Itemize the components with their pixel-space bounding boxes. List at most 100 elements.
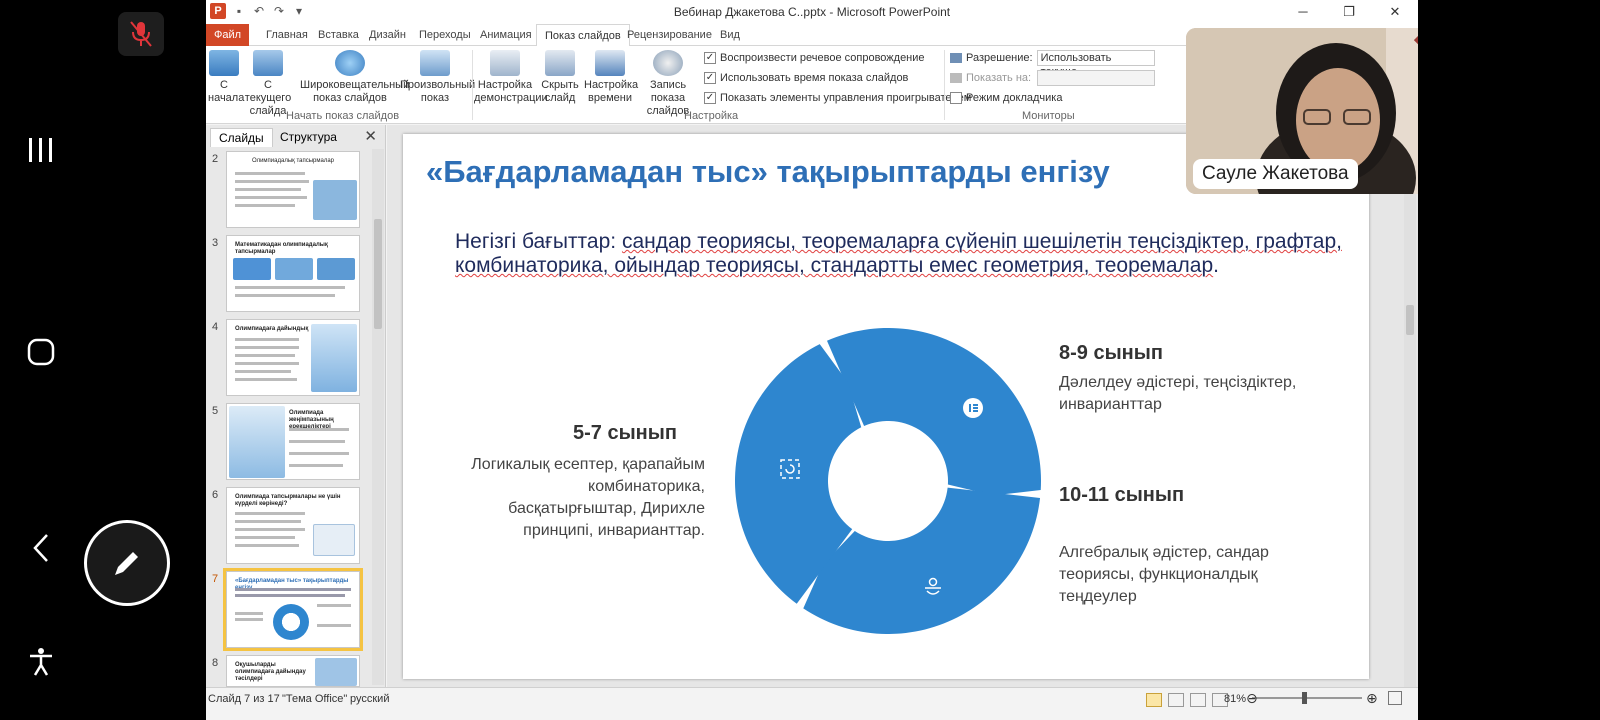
group-separator [472,50,473,120]
group-label-start: Начать показ слайдов [286,110,400,122]
resolution-dropdown[interactable]: Использовать текуще... [1036,50,1155,78]
slide-thumbnail-5[interactable]: Олимпиада жеңімпазының ерекшеліктері [226,403,360,480]
tab-review[interactable]: Рецензирование [619,24,720,46]
back-icon[interactable] [11,518,71,578]
controls-checkbox[interactable]: ✓ Показать элементы управления проигрыват… [704,92,971,104]
window-title: Вебинар Джакетова С..pptx - Microsoft Po… [673,5,951,19]
restore-icon[interactable]: ❐ [1326,0,1372,24]
presenter-view-checkbox[interactable]: Режим докладчика [950,92,1062,104]
zoom-in-icon[interactable]: ⊕ [1366,690,1378,707]
slide-thumbnail-8[interactable]: Оқушыларды олимпиадаға дайындау тәсілдер… [226,655,360,687]
narration-checkbox[interactable]: ✓ Воспроизвести речевое сопровождение [704,52,925,64]
normal-view-icon[interactable] [1146,693,1162,707]
cycle-ring-chart[interactable] [733,326,1043,636]
mic-muted-button[interactable] [118,12,164,56]
check-icon: ✓ [704,52,716,64]
slide-title[interactable]: «Бағдарламадан тыс» тақырыптарды енгізу [426,154,1110,190]
slide-thumbnail-7[interactable]: «Бағдарламадан тыс» тақырыптарды енгізу [223,568,363,651]
group-head-5-7[interactable]: 5-7 сынып [573,422,677,445]
group-label-setup: Настройка [684,110,739,122]
thumb-number: 8 [212,657,219,669]
slide-thumbnail-3[interactable]: Математикадан олимпиадалық тапсырмалар [226,235,360,312]
recent-apps-icon[interactable] [11,120,71,180]
home-icon[interactable] [11,322,71,382]
group-label-monitors: Мониторы [1022,110,1075,122]
custom-show-button[interactable]: Произвольный показ [400,50,475,105]
tab-insert[interactable]: Вставка [310,24,367,46]
thumb-number: 5 [212,405,219,417]
monitor-icon [950,53,962,63]
check-icon: ✓ [704,72,716,84]
group-text-8-9[interactable]: Дәлелдеу әдістері, теңсіздіктер, инвариа… [1059,372,1299,416]
view-buttons [1146,693,1228,707]
slides-pane: Слайды Структура ✕ 2 Олимпиадалық тапсыр… [206,125,386,687]
thumb-number: 4 [212,321,219,333]
play-current-icon [253,50,283,76]
hide-slide-button[interactable]: Скрыть слайд [540,50,580,105]
participant-name-badge: Сауле Жакетова [1193,159,1358,189]
ring-segment-8-9[interactable] [826,328,1041,496]
accessibility-icon[interactable] [11,632,71,692]
reading-view-icon[interactable] [1190,693,1206,707]
mic-off-icon [130,21,152,47]
language[interactable]: русский [350,693,389,705]
pane-close-icon[interactable]: ✕ [364,127,377,145]
from-start-button[interactable]: С начала [208,50,244,105]
slide-scrollbar[interactable] [1404,125,1416,687]
screen-margin [1418,0,1600,720]
annotate-pen-button[interactable] [84,520,170,606]
tab-slideshow[interactable]: Показ слайдов [536,24,630,47]
pane-scrollbar[interactable] [372,149,384,685]
group-separator [944,50,945,120]
zoom-level[interactable]: 81% [1224,693,1246,705]
group-text-10-11[interactable]: Алгебралық әдістер, сандар теориясы, фун… [1059,542,1309,608]
close-icon[interactable]: ✕ [1372,0,1418,24]
tab-file[interactable]: Файл [206,24,250,46]
show-on-dropdown[interactable] [1037,70,1156,86]
pane-tab-outline[interactable]: Структура [272,128,345,147]
tab-view[interactable]: Вид [712,24,748,46]
resolution-row: Разрешение: Использовать текуще... [950,50,1155,78]
tab-animation[interactable]: Анимация [472,24,540,46]
thumb-number: 3 [212,237,219,249]
hide-slide-icon [545,50,575,76]
thumb-number: 7 [212,573,219,585]
rehearse-timings-button[interactable]: Настройка времени [584,50,638,105]
theme-name[interactable]: "Тема Office" [282,693,347,705]
show-on-row: Показать на: [950,70,1156,86]
slide-canvas[interactable]: «Бағдарламадан тыс» тақырыптарды енгізу … [403,134,1369,679]
fit-slide-icon[interactable] [1388,691,1402,705]
slide-editor: «Бағдарламадан тыс» тақырыптарды енгізу … [387,125,1418,687]
zoom-slider-handle[interactable] [1302,692,1307,704]
pane-tab-slides[interactable]: Слайды [210,128,273,147]
from-current-button[interactable]: С текущего слайда [240,50,296,118]
slide-thumbnail-6[interactable]: Олимпиада тапсырмалары не үшін күрделі к… [226,487,360,564]
list-icon [963,398,983,418]
tab-design[interactable]: Дизайн [361,24,414,46]
group-head-8-9[interactable]: 8-9 сынып [1059,342,1163,365]
setup-show-button[interactable]: Настройка демонстрации [474,50,548,105]
slide-thumbnail-4[interactable]: Олимпиадаға дайындық [226,319,360,396]
group-text-5-7[interactable]: Логикалық есептер, қарапайым комбинатори… [463,454,705,542]
sorter-view-icon[interactable] [1168,693,1184,707]
record-show-button[interactable]: Запись показа слайдов [636,50,700,118]
thumb-number: 2 [212,153,219,165]
slide-thumbnail-2[interactable]: Олимпиадалық тапсырмалар [226,151,360,228]
zoom-out-icon[interactable]: ⊖ [1246,690,1258,707]
setup-icon [490,50,520,76]
monitor-disabled-icon [950,73,962,83]
ring-segment-10-11[interactable] [803,487,1041,634]
slide-subtitle[interactable]: Негізгі бағыттар: сандар теориясы, теоре… [455,230,1345,278]
android-nav-bar [0,0,82,720]
pen-icon [115,552,138,575]
minimize-icon[interactable]: ─ [1280,0,1326,24]
broadcast-button[interactable]: Широковещательный показ слайдов [300,50,409,105]
slide-counter: Слайд 7 из 17 [208,693,280,705]
title-bar: P ▪ ↶ ↷ ▾ Вебинар Джакетова С..pptx - Mi… [206,0,1418,24]
play-start-icon [209,50,239,76]
group-head-10-11[interactable]: 10-11 сынып [1059,484,1184,507]
timings-checkbox[interactable]: ✓ Использовать время показа слайдов [704,72,908,84]
tab-home[interactable]: Главная [258,24,316,46]
tab-transitions[interactable]: Переходы [411,24,479,46]
zoom-slider[interactable] [1252,692,1362,704]
